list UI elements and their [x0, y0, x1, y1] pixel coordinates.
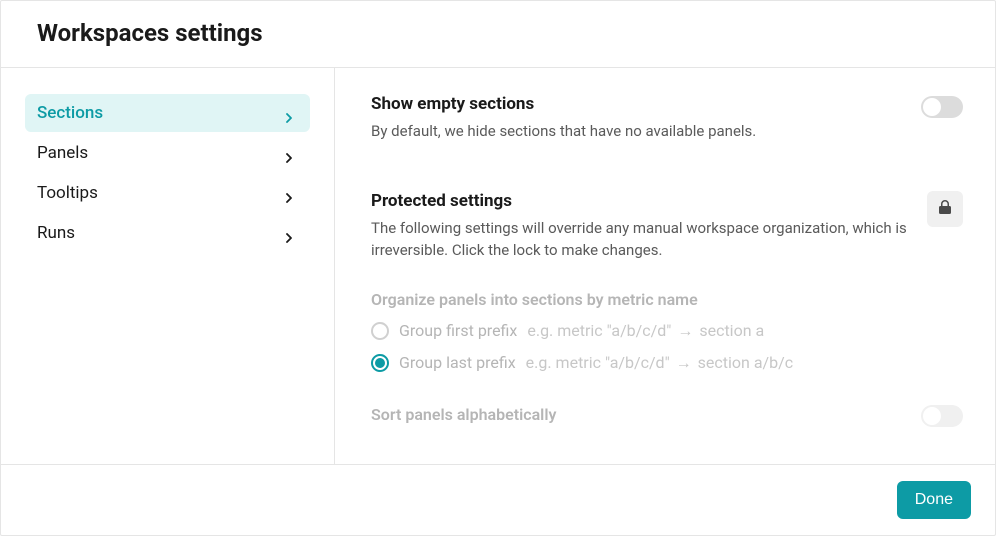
sidebar-item-panels[interactable]: Panels — [25, 134, 310, 172]
modal-header: Workspaces settings — [1, 1, 995, 68]
done-button[interactable]: Done — [897, 481, 971, 519]
chevron-right-icon — [284, 148, 294, 158]
arrow-icon: → — [676, 353, 692, 372]
chevron-right-icon — [284, 188, 294, 198]
setting-organize: Organize panels into sections by metric … — [371, 290, 963, 373]
radio-icon — [371, 354, 389, 372]
radio-icon — [371, 322, 389, 340]
setting-sort: Sort panels alphabetically — [371, 403, 963, 427]
setting-title: Protected settings — [371, 191, 911, 211]
radio-group-last[interactable]: Group last prefix e.g. metric "a/b/c/d" … — [371, 353, 963, 373]
radio-hint: e.g. metric "a/b/c/d" → section a/b/c — [526, 353, 793, 373]
toggle-show-empty[interactable] — [921, 96, 963, 118]
setting-title: Show empty sections — [371, 94, 756, 114]
radio-group-first[interactable]: Group first prefix e.g. metric "a/b/c/d"… — [371, 321, 963, 341]
sidebar-item-sections[interactable]: Sections — [25, 94, 310, 132]
sidebar-item-label: Tooltips — [37, 183, 98, 203]
organize-title: Organize panels into sections by metric … — [371, 290, 963, 309]
sidebar-item-label: Runs — [37, 223, 75, 243]
setting-text: Show empty sections By default, we hide … — [371, 94, 756, 143]
modal-body: Sections Panels Tooltips Runs — [1, 68, 995, 464]
chevron-right-icon — [284, 228, 294, 238]
radio-label: Group last prefix — [399, 353, 516, 372]
sidebar-item-label: Panels — [37, 143, 88, 163]
content-panel: Show empty sections By default, we hide … — [335, 68, 995, 464]
sort-title: Sort panels alphabetically — [371, 405, 556, 424]
sidebar-item-runs[interactable]: Runs — [25, 214, 310, 252]
arrow-icon: → — [677, 321, 693, 340]
setting-show-empty: Show empty sections By default, we hide … — [371, 94, 963, 143]
sidebar-item-label: Sections — [37, 103, 103, 123]
setting-desc: The following settings will override any… — [371, 217, 911, 262]
sidebar-item-tooltips[interactable]: Tooltips — [25, 174, 310, 212]
chevron-right-icon — [284, 108, 294, 118]
setting-protected: Protected settings The following setting… — [371, 191, 963, 262]
toggle-sort[interactable] — [921, 405, 963, 427]
setting-text: Protected settings The following setting… — [371, 191, 911, 262]
sidebar: Sections Panels Tooltips Runs — [1, 68, 335, 464]
lock-button[interactable] — [927, 191, 963, 227]
page-title: Workspaces settings — [37, 19, 959, 47]
lock-icon — [937, 199, 953, 219]
modal-footer: Done — [1, 464, 995, 535]
radio-hint: e.g. metric "a/b/c/d" → section a — [527, 321, 764, 341]
setting-desc: By default, we hide sections that have n… — [371, 120, 756, 143]
radio-label: Group first prefix — [399, 321, 517, 340]
